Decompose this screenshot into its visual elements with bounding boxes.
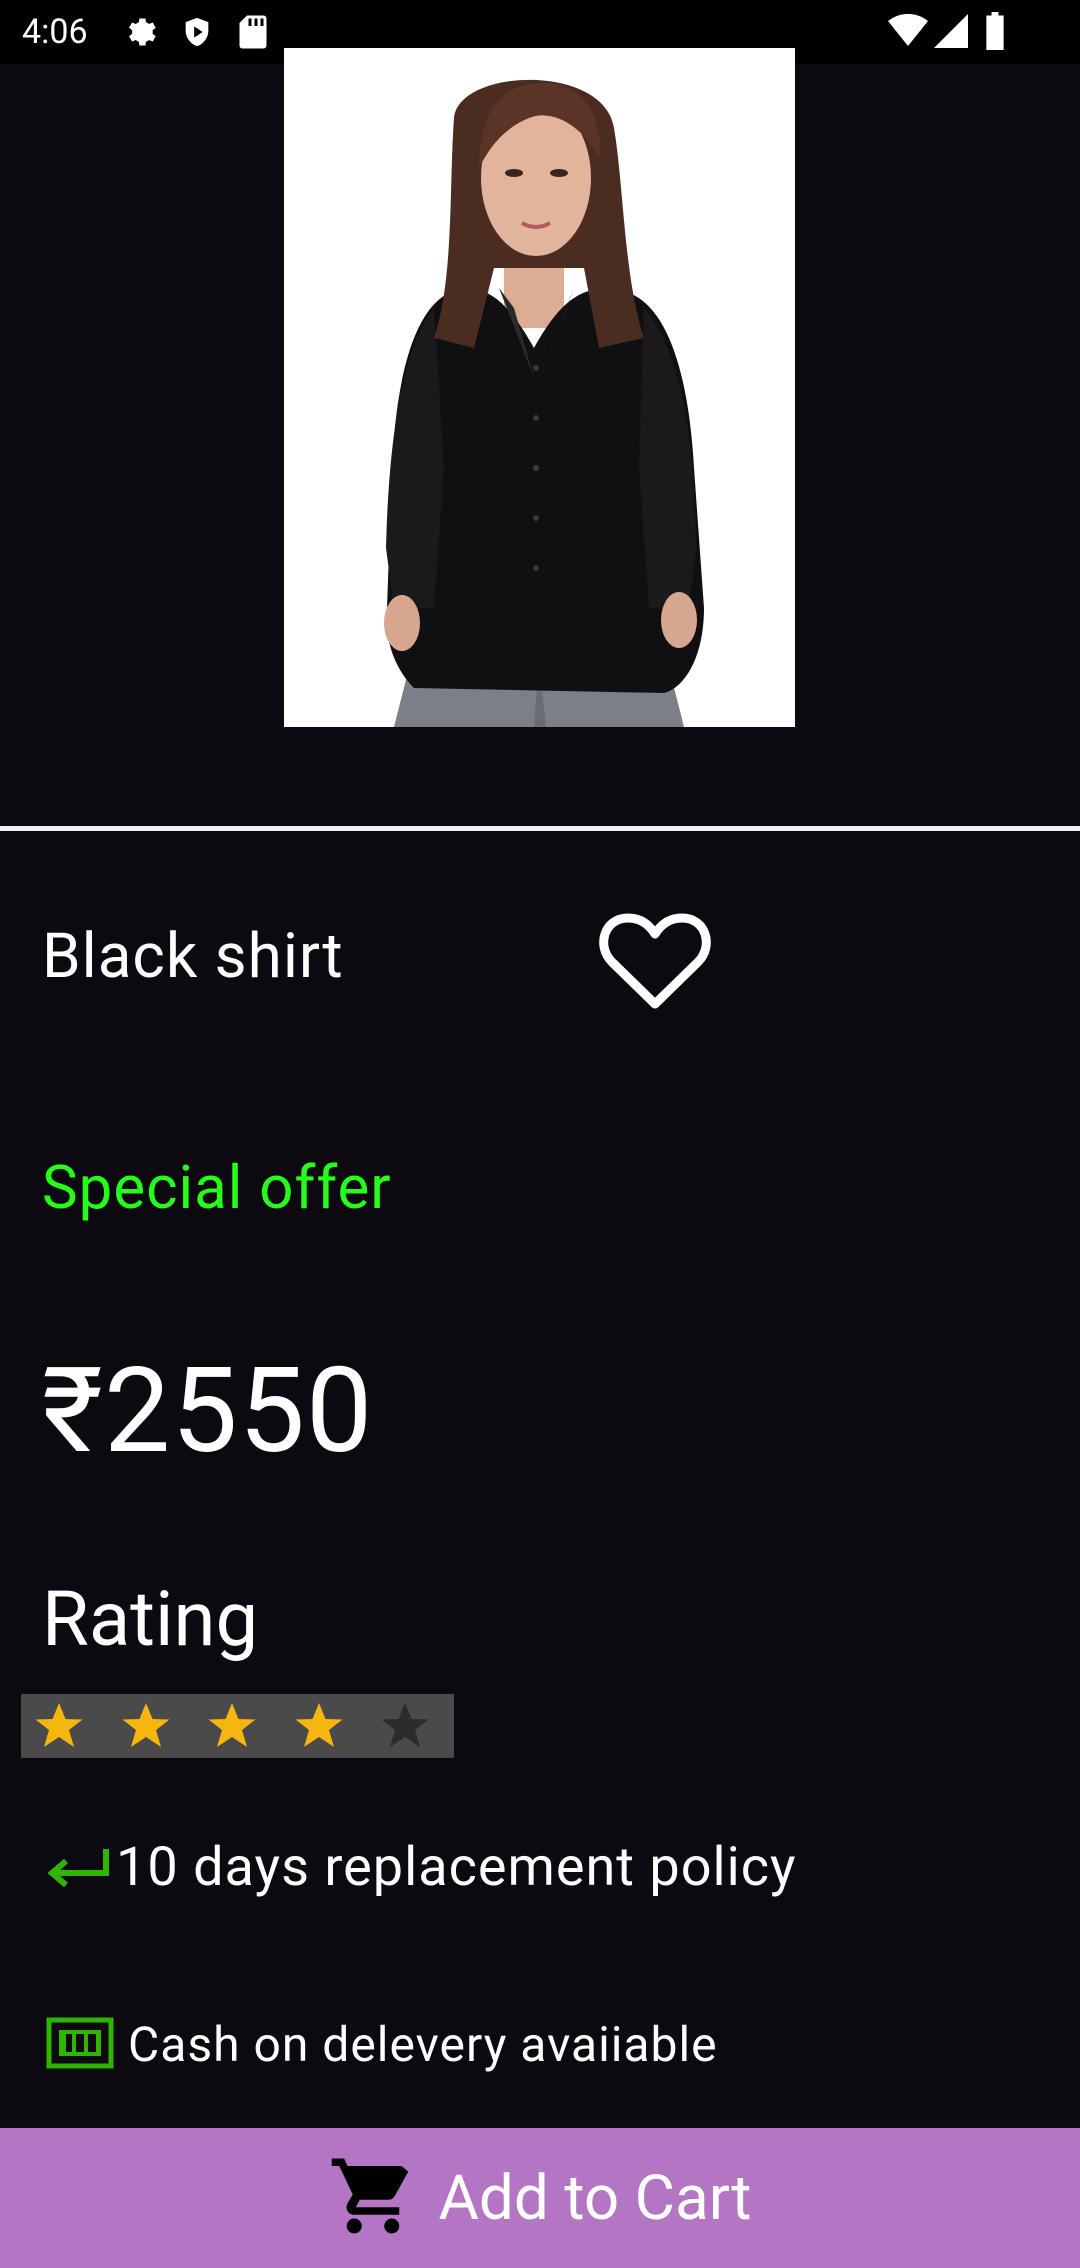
status-time: 4:06 [22,12,88,52]
battery-icon [984,12,1006,54]
rating-label: Rating [42,1574,259,1664]
star-icon[interactable] [206,1700,258,1752]
add-to-cart-label: Add to Cart [438,2161,752,2235]
star-icon[interactable] [379,1700,431,1752]
star-icon[interactable] [120,1700,172,1752]
wifi-icon [888,13,928,52]
rating-stars[interactable] [21,1694,454,1758]
star-icon[interactable] [33,1700,85,1752]
shield-icon [180,14,214,54]
return-arrow-icon [46,1843,112,1893]
product-price: ₹2550 [42,1342,374,1480]
product-title: Black shirt [42,920,344,993]
add-to-cart-button[interactable]: Add to Cart [0,2128,1080,2268]
sd-card-icon [238,14,268,54]
cart-icon [328,2151,418,2245]
special-offer-label: Special offer [42,1152,392,1223]
signal-icon [934,14,968,52]
star-icon[interactable] [293,1700,345,1752]
settings-icon [122,14,158,54]
wishlist-heart-icon[interactable] [598,910,712,1012]
replacement-policy-row: 10 days replacement policy [46,1836,797,1899]
cash-note-icon [46,2017,114,2073]
cash-on-delivery-row: Cash on delevery avaiiable [46,2016,718,2073]
replacement-policy-text: 10 days replacement policy [116,1836,797,1899]
product-image [284,48,795,727]
cash-on-delivery-text: Cash on delevery avaiiable [128,2016,718,2073]
divider [0,826,1080,831]
